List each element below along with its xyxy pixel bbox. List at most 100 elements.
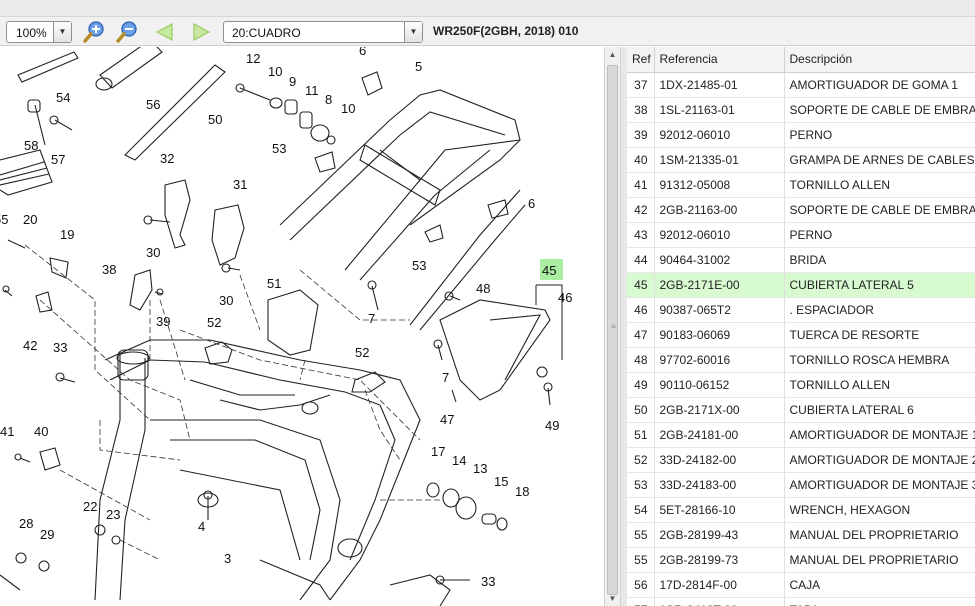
svg-text:31: 31	[233, 177, 247, 192]
table-row[interactable]: 48 97702-60016 TORNILLO ROSCA HEMBRA	[627, 347, 975, 373]
zoom-in-icon[interactable]	[82, 21, 108, 43]
cell-ref: 37	[627, 72, 655, 98]
table-row[interactable]: 54 5ET-28166-10 WRENCH, HEXAGON	[627, 497, 975, 523]
scroll-up-icon[interactable]: ▲	[605, 47, 620, 62]
table-row[interactable]: 39 92012-06010 PERNO	[627, 122, 975, 148]
cell-referencia: 1DX-21485-01	[654, 72, 785, 98]
table-row[interactable]: 42 2GB-21163-00 SOPORTE DE CABLE DE EMBRA	[627, 197, 975, 223]
svg-text:42: 42	[23, 338, 37, 353]
top-strip	[0, 0, 975, 17]
table-header-row: Ref Referencia Descripción	[627, 47, 975, 73]
parts-diagram[interactable]: 54 56 12 10 9 11 8 10 6 5 50 53 58 57 32…	[0, 47, 604, 606]
column-header-referencia[interactable]: Referencia	[654, 47, 785, 73]
table-row[interactable]: 44 90464-31002 BRIDA	[627, 247, 975, 273]
table-row[interactable]: 45 2GB-2171E-00 CUBIERTA LATERAL 5	[627, 272, 975, 298]
cell-descripcion: TORNILLO ROSCA HEMBRA	[784, 347, 975, 373]
cell-descripcion: . ESPACIADOR	[784, 297, 975, 323]
column-header-ref[interactable]: Ref	[627, 47, 655, 73]
zoom-select[interactable]: 100% ▼	[6, 21, 72, 43]
cell-descripcion: TORNILLO ALLEN	[784, 372, 975, 398]
table-row[interactable]: 56 17D-2814F-00 CAJA	[627, 572, 975, 598]
table-row[interactable]: 51 2GB-24181-00 AMORTIGUADOR DE MONTAJE 1	[627, 422, 975, 448]
cell-referencia: 2GB-28199-73	[654, 547, 785, 573]
cell-referencia: 2GB-24181-00	[654, 422, 785, 448]
svg-text:52: 52	[355, 345, 369, 360]
table-row[interactable]: 46 90387-065T2. ESPACIADOR	[627, 297, 975, 323]
cell-descripcion: TUERCA DE RESORTE	[784, 322, 975, 348]
cell-descripcion: SOPORTE DE CABLE DE EMBRA	[784, 197, 975, 223]
cell-referencia: 2GB-28199-43	[654, 522, 785, 548]
table-row[interactable]: 43 92012-06010 PERNO	[627, 222, 975, 248]
previous-arrow-icon[interactable]	[152, 21, 178, 43]
table-row[interactable]: 47 90183-06069 TUERCA DE RESORTE	[627, 322, 975, 348]
cell-ref: 53	[627, 472, 655, 498]
cell-ref: 44	[627, 247, 655, 273]
svg-text:53: 53	[412, 258, 426, 273]
cell-descripcion: CUBIERTA LATERAL 6	[784, 397, 975, 423]
svg-text:29: 29	[40, 527, 54, 542]
table-row[interactable]: 52 33D-24182-00 AMORTIGUADOR DE MONTAJE 2	[627, 447, 975, 473]
svg-text:7: 7	[442, 370, 449, 385]
cell-referencia: 97702-60016	[654, 347, 785, 373]
svg-text:5: 5	[415, 59, 422, 74]
table-row[interactable]: 38 1SL-21163-01 SOPORTE DE CABLE DE EMBRA	[627, 97, 975, 123]
table-row[interactable]: 571SR-2412T-00TAPA	[627, 597, 975, 606]
cell-ref: 51	[627, 422, 655, 448]
svg-text:57: 57	[51, 152, 65, 167]
table-row[interactable]: 55 2GB-28199-73 MANUAL DEL PROPRIETARIO	[627, 547, 975, 573]
zoom-out-icon[interactable]	[115, 21, 141, 43]
cell-descripcion: PERNO	[784, 122, 975, 148]
cell-referencia: 92012-06010	[654, 222, 785, 248]
cell-ref: 46	[627, 297, 655, 323]
scrollbar-thumb[interactable]: ≡	[607, 65, 618, 595]
table-row[interactable]: 53 33D-24183-00 AMORTIGUADOR DE MONTAJE 3	[627, 472, 975, 498]
diagram-scrollbar[interactable]: ▲ ≡ ▼	[604, 47, 621, 606]
diagram-select[interactable]: 20:CUADRO ▼	[223, 21, 423, 43]
svg-text:18: 18	[515, 484, 529, 499]
cell-referencia: 5ET-28166-10	[654, 497, 785, 523]
parts-table-panel: Ref Referencia Descripción 37 1DX-21485-0…	[627, 47, 975, 606]
chevron-down-icon[interactable]: ▼	[404, 22, 422, 42]
table-row[interactable]: 50 2GB-2171X-00 CUBIERTA LATERAL 6	[627, 397, 975, 423]
svg-text:20: 20	[23, 212, 37, 227]
svg-text:28: 28	[19, 516, 33, 531]
cell-descripcion: CAJA	[784, 572, 975, 598]
cell-descripcion: MANUAL DEL PROPRIETARIO	[784, 547, 975, 573]
cell-descripcion: AMORTIGUADOR DE MONTAJE 3	[784, 472, 975, 498]
next-arrow-icon[interactable]	[188, 21, 214, 43]
grip-icon: ≡	[611, 322, 616, 331]
table-row[interactable]: 40 1SM-21335-01 GRAMPA DE ARNES DE CABLES	[627, 147, 975, 173]
svg-text:8: 8	[325, 92, 332, 107]
cell-ref: 54	[627, 497, 655, 523]
cell-referencia: 1SM-21335-01	[654, 147, 785, 173]
svg-text:56: 56	[146, 97, 160, 112]
svg-text:51: 51	[267, 276, 281, 291]
svg-text:9: 9	[289, 74, 296, 89]
table-row[interactable]: 49 90110-06152 TORNILLO ALLEN	[627, 372, 975, 398]
cell-referencia: 17D-2814F-00	[654, 572, 785, 598]
svg-text:6: 6	[359, 47, 366, 58]
cell-ref: 55	[627, 522, 655, 548]
cell-referencia: 91312-05008	[654, 172, 785, 198]
svg-text:38: 38	[102, 262, 116, 277]
svg-text:46: 46	[558, 290, 572, 305]
cell-descripcion: TORNILLO ALLEN	[784, 172, 975, 198]
diagram-value: 20:CUADRO	[232, 26, 301, 40]
cell-referencia: 1SL-21163-01	[654, 97, 785, 123]
svg-text:30: 30	[219, 293, 233, 308]
svg-text:19: 19	[60, 227, 74, 242]
svg-text:10: 10	[268, 64, 282, 79]
table-row[interactable]: 55 2GB-28199-43 MANUAL DEL PROPRIETARIO	[627, 522, 975, 548]
cell-referencia: 90183-06069	[654, 322, 785, 348]
svg-text:15: 15	[494, 474, 508, 489]
cell-descripcion: BRIDA	[784, 247, 975, 273]
cell-ref: 56	[627, 572, 655, 598]
svg-text:33: 33	[481, 574, 495, 589]
column-header-descripcion[interactable]: Descripción	[784, 47, 975, 73]
svg-text:3: 3	[224, 551, 231, 566]
svg-text:45: 45	[542, 263, 556, 278]
table-row[interactable]: 37 1DX-21485-01 AMORTIGUADOR DE GOMA 1	[627, 72, 975, 98]
chevron-down-icon[interactable]: ▼	[53, 22, 71, 42]
scroll-down-icon[interactable]: ▼	[605, 591, 620, 606]
table-row[interactable]: 41 91312-05008 TORNILLO ALLEN	[627, 172, 975, 198]
